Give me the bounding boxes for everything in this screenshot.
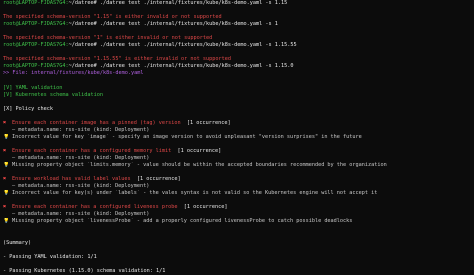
x-icon: ✖	[3, 176, 7, 183]
x-icon: ✖	[3, 204, 7, 211]
violation-title: Ensure each container has a configured l…	[12, 204, 178, 211]
error-message: The specified schema-version "1" is eith…	[3, 35, 213, 42]
violation-resource: — metadata.name: rss-site (kind: Deploym…	[12, 183, 150, 190]
violation-title: Ensure each container has a configured m…	[12, 147, 172, 154]
command-text: ./datree test ./internal/fixtures/kube/k…	[99, 0, 288, 6]
prompt-path: ~/datree	[68, 42, 94, 49]
prompt-symbol: #	[93, 21, 97, 28]
summary-yaml-line: - Passing YAML validation: 1/1	[3, 253, 97, 260]
violation-title-line: ✖ Ensure each container has a configured …	[3, 148, 471, 155]
prompt-line: root@LAPTOP-FJDAS7G4:~/datree# ./datree …	[3, 42, 471, 49]
prompt-user-host: root@LAPTOP-FJDAS7G4:	[3, 63, 69, 70]
command-text: ./datree test ./internal/fixtures/kube/k…	[99, 21, 278, 28]
error-message: The specified schema-version "1.15" is e…	[3, 14, 222, 21]
violation-title: Ensure workload has valid label values	[12, 176, 131, 183]
terminal-window[interactable]: root@LAPTOP-FJDAS7G4:~/datree# ./datree …	[0, 0, 474, 274]
prompt-user-host: root@LAPTOP-FJDAS7G4:	[3, 42, 69, 49]
violation-title: Ensure each container image has a pinned…	[12, 119, 181, 126]
lightbulb-icon: 💡	[3, 218, 10, 225]
yaml-validation-status: [V] YAML validation	[3, 84, 63, 91]
violation-title-line: ✖ Ensure each container image has a pinne…	[3, 120, 471, 127]
prompt-path: ~/datree	[68, 0, 94, 6]
lightbulb-icon: 💡	[3, 190, 10, 197]
command-text: ./datree test ./internal/fixtures/kube/k…	[99, 63, 294, 70]
prompt-line: root@LAPTOP-FJDAS7G4:~/datree# ./datree …	[3, 21, 471, 28]
x-icon: ✖	[3, 119, 7, 126]
policy-check-header: [X] Policy check	[3, 105, 53, 112]
occurrence-count: [1 occurrence]	[177, 147, 222, 154]
violation-title-line: ✖ Ensure each container has a configured …	[3, 204, 471, 211]
violation-hint: 💡 Missing property object `livenessProbe`…	[3, 218, 353, 225]
occurrence-count: [1 occurrence]	[136, 176, 181, 183]
schema-validation-status: [V] Kubernetes schema validation	[3, 91, 103, 98]
prompt-line: root@LAPTOP-FJDAS7G4:~/datree# ./datree …	[3, 0, 471, 7]
prompt-symbol: #	[93, 0, 97, 6]
lightbulb-icon: 💡	[3, 162, 10, 169]
occurrence-count: [1 occurrence]	[186, 119, 231, 126]
violation-resource: — metadata.name: rss-site (kind: Deploym…	[12, 155, 150, 162]
error-message: The specified schema-version "1.15.55" i…	[3, 56, 231, 63]
file-path-line: >> File: internal/fixtures/kube/k8s-demo…	[3, 70, 144, 77]
violation-title-line: ✖ Ensure workload has valid label values …	[3, 176, 471, 183]
x-icon: ✖	[3, 147, 7, 154]
occurrence-count: [1 occurrence]	[183, 204, 228, 211]
violation-hint: 💡 Incorrect value for key `image` - speci…	[3, 133, 362, 140]
violation-resource: — metadata.name: rss-site (kind: Deploym…	[12, 126, 150, 133]
summary-header: (Summary)	[3, 239, 32, 246]
summary-schema-line: - Passing Kubernetes (1.15.0) schema val…	[3, 267, 166, 274]
lightbulb-icon: 💡	[3, 133, 10, 140]
prompt-line: root@LAPTOP-FJDAS7G4:~/datree# ./datree …	[3, 63, 471, 70]
violation-hint: 💡 Missing property object `limits.memory`…	[3, 162, 387, 169]
prompt-user-host: root@LAPTOP-FJDAS7G4:	[3, 0, 69, 6]
command-text: ./datree test ./internal/fixtures/kube/k…	[99, 42, 297, 49]
prompt-symbol: #	[93, 42, 97, 49]
prompt-symbol: #	[93, 63, 97, 70]
prompt-path: ~/datree	[68, 63, 94, 70]
prompt-path: ~/datree	[68, 21, 94, 28]
violation-resource: — metadata.name: rss-site (kind: Deploym…	[12, 211, 150, 218]
violation-hint: 💡 Incorrect value for key(s) under `label…	[3, 190, 378, 197]
prompt-user-host: root@LAPTOP-FJDAS7G4:	[3, 21, 69, 28]
